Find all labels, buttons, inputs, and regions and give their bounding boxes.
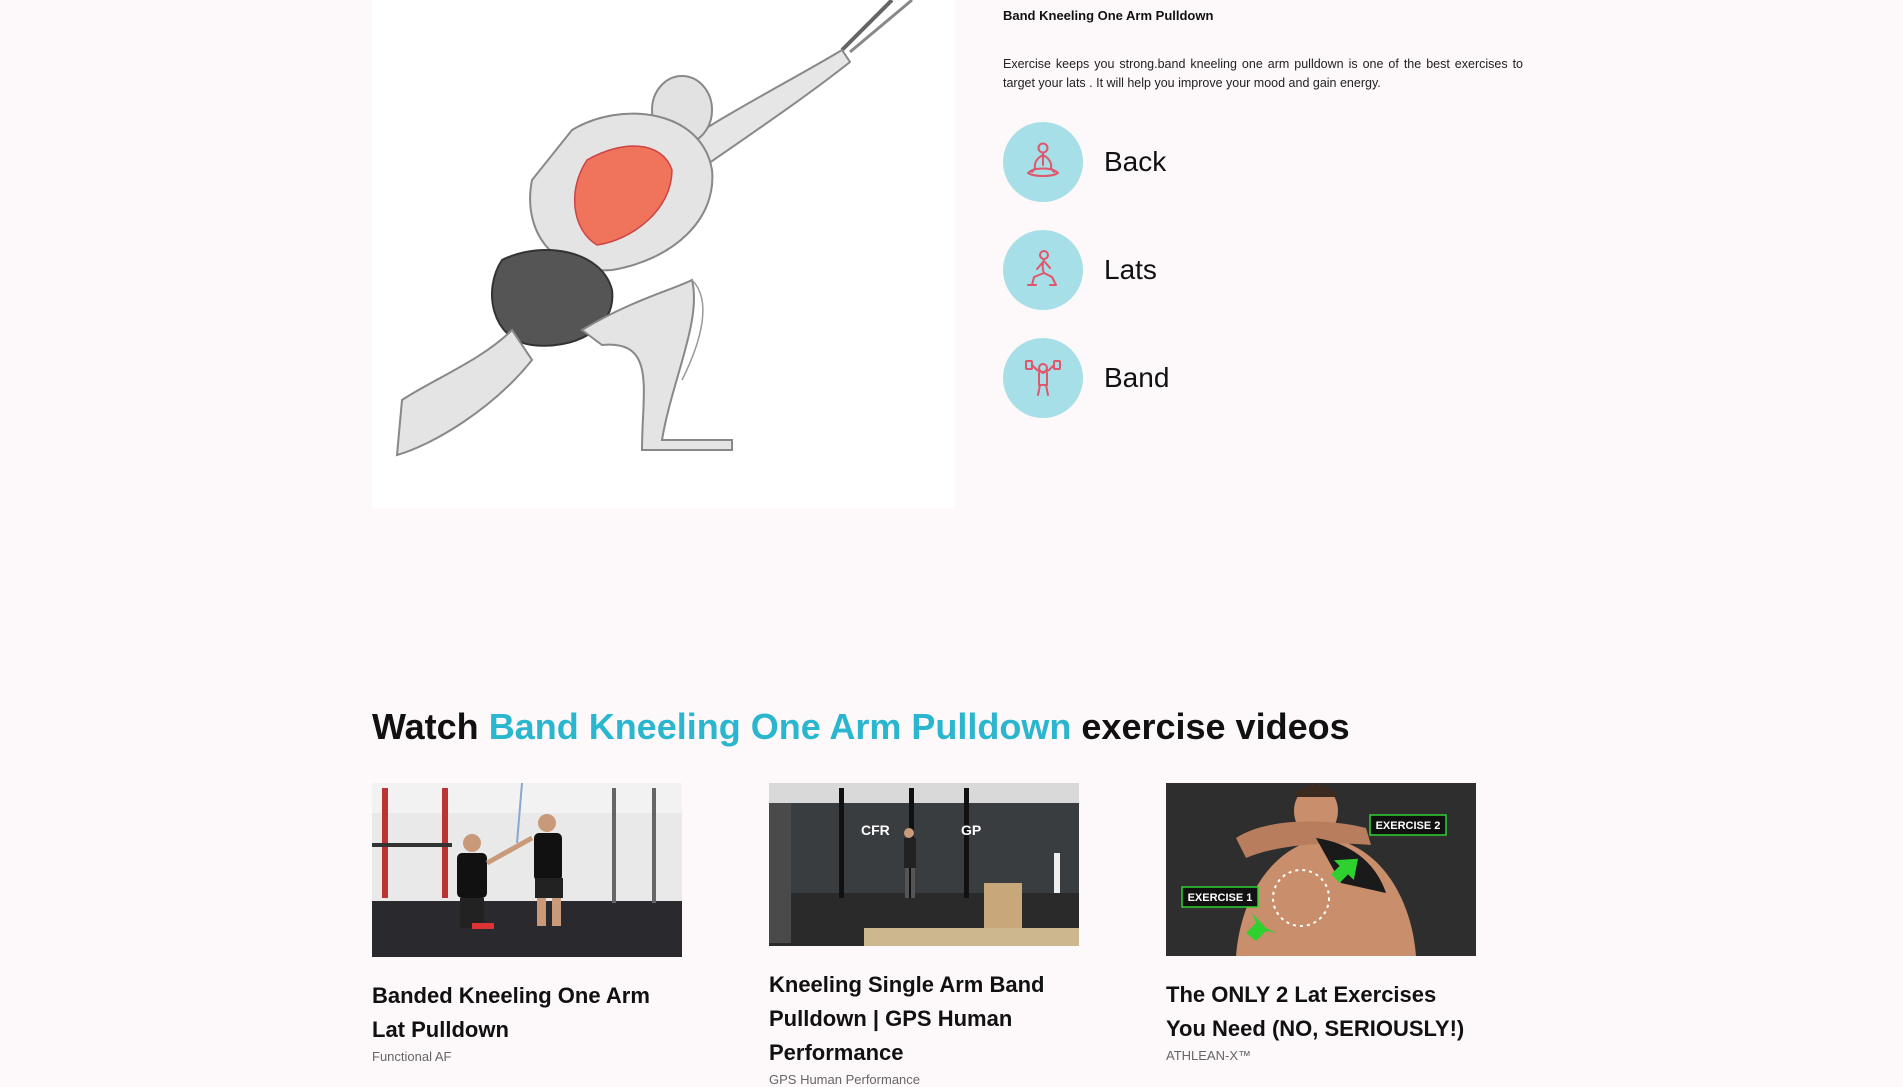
videos-heading-suffix: exercise videos: [1081, 706, 1350, 747]
meditation-pose-icon: [1003, 122, 1083, 202]
video-thumbnail[interactable]: EXERCISE 2 EXERCISE 1: [1166, 783, 1476, 956]
video-channel[interactable]: ATHLEAN-X™: [1166, 1048, 1476, 1063]
tag-row-band: Band: [1003, 338, 1169, 418]
video-card[interactable]: EXERCISE 2 EXERCISE 1 The ONLY 2 Lat Exe…: [1166, 783, 1476, 1063]
video-card[interactable]: CFR GP Kneeling Single Arm Band Pulldown…: [769, 783, 1079, 1087]
exercise-illustration: [372, 0, 955, 508]
video-channel[interactable]: Functional AF: [372, 1049, 682, 1064]
tag-label-band: Band: [1104, 362, 1170, 393]
exercise-description: Exercise keeps you strong.band kneeling …: [1003, 57, 1523, 90]
thumb-logo-cfr: CFR: [861, 822, 890, 838]
thumb-badge-exercise-1: EXERCISE 1: [1188, 892, 1253, 904]
tag-label-lats: Lats: [1104, 254, 1157, 285]
video-title[interactable]: Banded Kneeling One Arm Lat Pulldown: [372, 979, 682, 1047]
videos-heading: Watch Band Kneeling One Arm Pulldown exe…: [372, 706, 1350, 748]
thumb-badge-exercise-2: EXERCISE 2: [1376, 820, 1441, 832]
video-title[interactable]: Kneeling Single Arm Band Pulldown | GPS …: [769, 968, 1079, 1070]
lunge-pose-icon: [1003, 230, 1083, 310]
tag-label-back: Back: [1104, 146, 1167, 177]
dumbbell-lift-icon: [1003, 338, 1083, 418]
tag-row-lats: Lats: [1003, 230, 1157, 310]
exercise-title: Band Kneeling One Arm Pulldown: [1003, 8, 1214, 23]
videos-heading-accent: Band Kneeling One Arm Pulldown: [488, 706, 1072, 747]
videos-heading-prefix: Watch: [372, 706, 479, 747]
tag-row-back: Back: [1003, 122, 1166, 202]
video-thumbnail[interactable]: CFR GP: [769, 783, 1079, 946]
video-thumbnail[interactable]: [372, 783, 682, 957]
video-title[interactable]: The ONLY 2 Lat Exercises You Need (NO, S…: [1166, 978, 1476, 1046]
video-card[interactable]: Banded Kneeling One Arm Lat Pulldown Fun…: [372, 783, 682, 1064]
thumb-logo-gp: GP: [961, 822, 981, 838]
